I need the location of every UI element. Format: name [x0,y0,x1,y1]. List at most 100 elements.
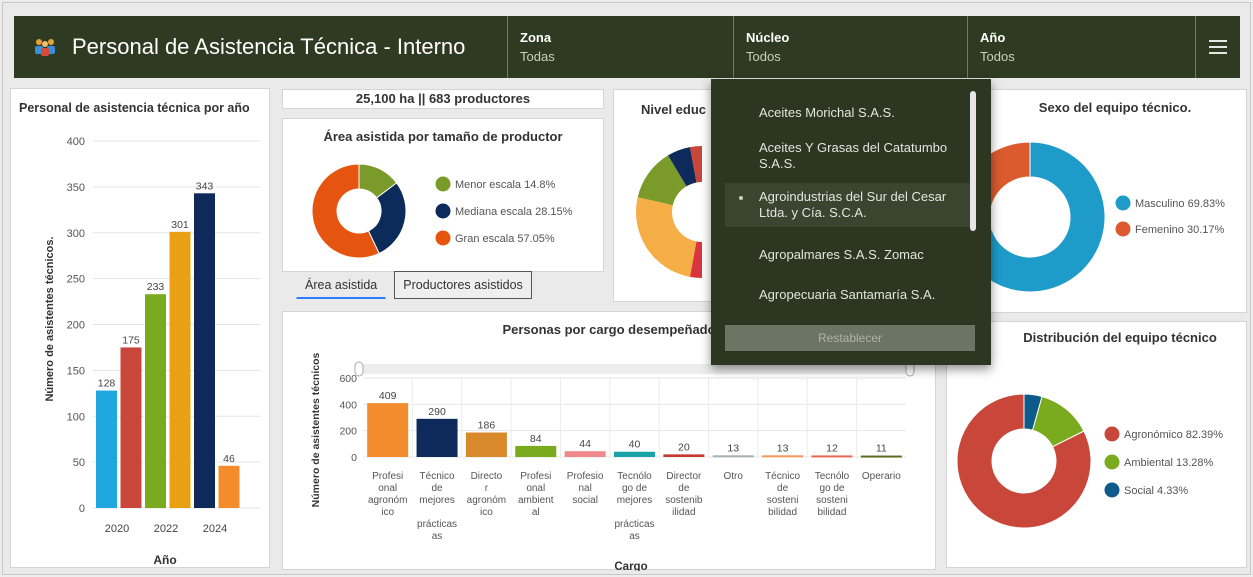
nucleo-dropdown: Aceites Morichal S.A.S. Aceites Y Grasas… [711,79,991,365]
x-tick-label: sosteni [816,495,848,506]
area-legend-label: Gran escala 57.05% [455,233,555,245]
x-tick-label: mejores [617,495,653,506]
bar-value-label: 186 [478,420,496,432]
cargo-bar-5 [614,451,655,457]
panel-annual: Personal de asistencia técnica por año 0… [10,88,270,568]
tab-productores-asistidos[interactable]: Productores asistidos [394,271,532,299]
dropdown-option[interactable]: Agropalmares S.A.S. Zomac [725,241,973,269]
x-tick-label: 2024 [203,523,227,535]
y-tick-label: 200 [67,320,85,332]
dist-legend-label: Social 4.33% [1124,485,1188,497]
cargo-bar-8 [762,455,804,458]
x-tick-label: bilidad [817,507,846,518]
bar-value-label: 13 [777,442,789,454]
education-donut-chart [636,146,702,278]
filter-zona[interactable]: Zona Todas [508,16,734,78]
x-tick-label: de [777,483,789,494]
x-tick-label: sosteni [767,495,799,506]
x-tick-label: prácticas [614,519,654,530]
brand: Personal de Asistencia Técnica - Interno [14,16,508,78]
filter-ano[interactable]: Año Todos [968,16,1196,78]
x-tick-label: Técnico [420,471,455,482]
y-tick-label: 300 [67,228,85,240]
x-tick-label: ico [381,507,394,518]
x-tick-label: de [431,483,443,494]
cargo-bar-2 [465,432,507,457]
cargo-bar-9 [811,455,853,458]
area-legend-label: Menor escala 14.8% [455,179,555,191]
area-legend-dot [435,203,451,219]
x-tick-label: ilidad [672,507,695,518]
cargo-bar-0 [367,403,409,457]
bar-value-label: 301 [171,219,189,231]
y-tick-label: 400 [67,136,85,148]
bar-value-label: 44 [579,438,591,450]
y-tick-label: 400 [339,399,357,411]
x-axis-label: Cargo [614,561,647,571]
bar-value-label: 290 [428,406,446,418]
y-axis-label: Número de asistentes técnicos. [44,236,56,401]
x-tick-label: Profesio [567,471,604,482]
y-tick-label: 600 [339,373,357,385]
dropdown-option-selected[interactable]: Agroindustrias del Sur del Cesar Ltda. y… [725,183,973,227]
panel-area: Área asistida por tamaño de productor Me… [282,118,604,272]
dropdown-option[interactable]: Aceites Y Grasas del Catatumbo S.A.S. [725,134,973,178]
bar-value-label: 409 [379,390,397,402]
x-tick-label: Tecnólo [815,471,850,482]
tab-area-asistida[interactable]: Área asistida [296,271,387,299]
bar-value-label: 46 [223,453,235,465]
area-legend-dot [435,230,451,246]
bar-value-label: 175 [122,334,140,346]
dist-legend-label: Agronómico 82.39% [1124,429,1223,441]
cargo-bar-4 [564,451,606,457]
hamburger-menu-icon[interactable] [1196,16,1240,78]
x-tick-label: Directo [471,471,503,482]
x-tick-label: Director [666,471,702,482]
x-tick-label: de [678,483,690,494]
filter-nucleo-value: Todos [746,49,781,64]
stats-box: 25,100 ha || 683 productores [282,89,604,109]
header-bar: Personal de Asistencia Técnica - Interno… [14,16,1240,78]
dropdown-option[interactable]: Aceites Morichal S.A.S. [725,99,973,127]
bar-value-label: 343 [196,180,214,192]
bar-value-label: 11 [876,443,887,455]
y-tick-label: 200 [339,426,357,438]
x-tick-label: go de [819,483,844,494]
area-tabs: Área asistida Productores asistidos [296,271,532,299]
bar-value-label: 84 [530,433,542,445]
y-axis-label: Número de asistentes técnicos [310,353,322,508]
x-tick-label: agronóm [368,495,407,506]
panel-education: Nivel educ [613,89,713,302]
x-tick-label: ico [480,507,493,518]
y-tick-label: 250 [67,274,85,286]
dropdown-scrollbar[interactable] [970,91,976,231]
reset-button[interactable]: Restablecer [725,325,975,351]
cargo-bar-6 [663,454,705,457]
filter-zona-value: Todas [520,49,555,64]
x-tick-label: 2022 [154,523,178,535]
y-tick-label: 150 [67,365,85,377]
x-tick-label: sostenib [665,495,703,506]
bar-2020 [96,390,117,508]
x-tick-label: Otro [724,471,744,482]
dropdown-option[interactable]: Agropecuaria Santamaría S.A. [725,281,973,309]
x-tick-label: nal [578,483,591,494]
y-tick-label: 0 [351,452,357,464]
bar-value-label: 40 [629,439,641,451]
area-donut-chart: Menor escala 14.8% Mediana escala 28.15% G… [311,163,573,259]
area-legend-label: Mediana escala 28.15% [455,206,573,218]
sexo-legend-label: Masculino 69.83% [1135,198,1225,210]
x-tick-label: agronóm [467,495,506,506]
bar-value-label: 12 [826,442,838,454]
bar-value-label: 233 [147,281,165,293]
filter-nucleo-label: Núcleo [746,30,790,45]
x-tick-label: Tecnólo [617,471,652,482]
dropdown-option-label: Agroindustrias del Sur del Cesar Ltda. y… [759,189,947,220]
bar-2024 [194,193,215,509]
x-tick-label: 2020 [105,523,129,535]
cargo-bar-3 [515,445,557,457]
filter-nucleo[interactable]: Núcleo Todos [734,16,968,78]
x-tick-label: r [485,483,489,494]
cargo-bar-10 [860,455,902,458]
team-icon [35,39,55,56]
